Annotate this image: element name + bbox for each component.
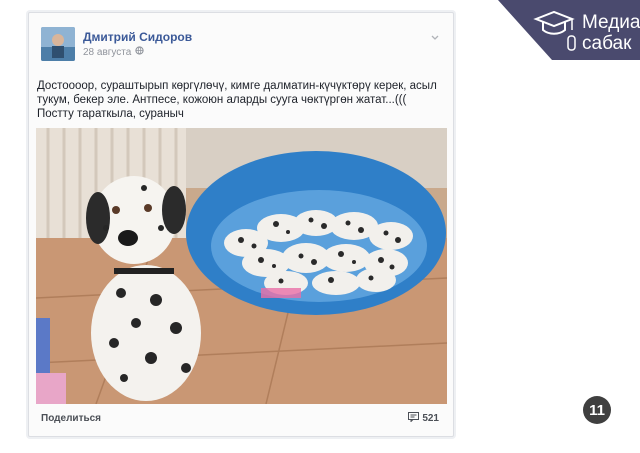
author-avatar[interactable] <box>41 27 75 61</box>
share-link[interactable]: Поделиться <box>41 413 101 424</box>
facebook-post-card: Дмитрий Сидоров 28 августа Достоооор, су… <box>28 12 454 437</box>
post-text-line: Постту тараткыла, сураныч <box>37 108 184 120</box>
brand-line1: Медиа <box>582 12 640 33</box>
post-text-line: Достоооор, сураштырып көргүлөчү, кимге д… <box>37 80 437 92</box>
slide-number-badge: 11 <box>583 396 611 424</box>
comment-count[interactable]: 521 <box>408 412 439 425</box>
post-date[interactable]: 28 августа <box>83 47 131 58</box>
comment-count-value: 521 <box>422 413 439 424</box>
post-photo-dalmatians[interactable] <box>36 128 447 404</box>
author-name-link[interactable]: Дмитрий Сидоров <box>83 30 192 44</box>
media-sabak-logo: Медиа сабак <box>490 0 640 60</box>
post-text-line: тукум, бекер эле. Антпесе, кожоюн аларды… <box>37 94 407 106</box>
chevron-down-icon[interactable] <box>431 29 439 40</box>
brand-line2: сабак <box>582 33 632 54</box>
post-meta: 28 августа <box>83 46 144 58</box>
privacy-icon <box>135 46 144 58</box>
comment-icon <box>408 412 420 425</box>
post-text: Достоооор, сураштырып көргүлөчү, кимге д… <box>37 79 437 121</box>
